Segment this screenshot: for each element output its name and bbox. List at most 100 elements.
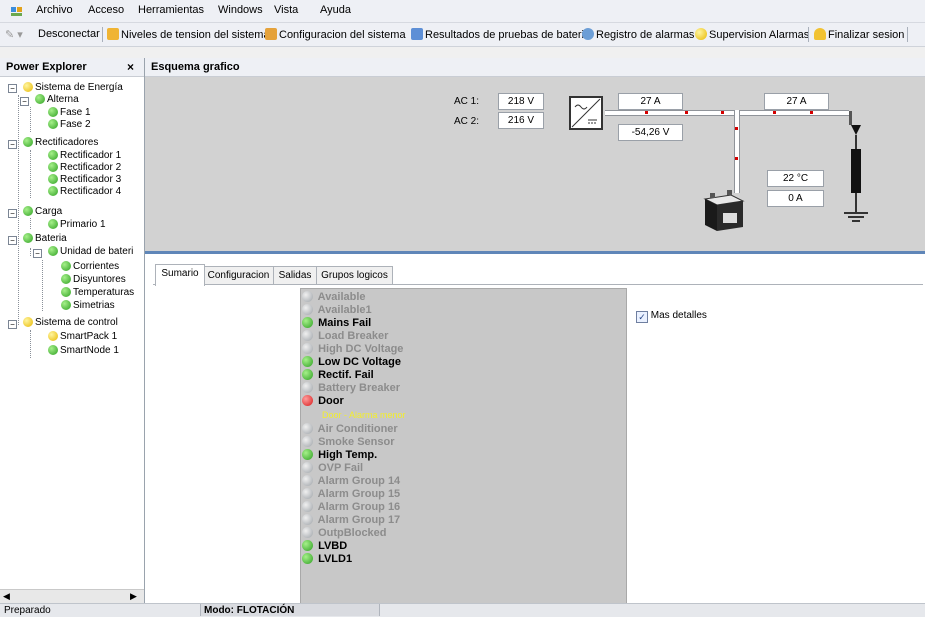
alarm-item[interactable]: Air Conditioner [302, 423, 398, 436]
alarm-item[interactable]: High Temp. [302, 449, 377, 462]
bus-marker [735, 157, 738, 160]
battery-current: 0 A [767, 190, 824, 207]
alarm-log-button[interactable]: Registro de alarmas [582, 28, 694, 41]
scroll-right-icon[interactable]: ▶ [130, 591, 137, 602]
tab-grupos-logicos[interactable]: Grupos logicos [316, 266, 393, 285]
tree-expander[interactable]: − [20, 97, 29, 106]
tree-expander[interactable]: − [33, 249, 42, 258]
status-bulb-icon [302, 317, 313, 328]
user-icon [814, 28, 826, 40]
tree-item-disyuntores[interactable]: Disyuntores [61, 274, 126, 286]
system-config-button[interactable]: Configuracion del sistema [265, 28, 406, 41]
tree-item-fase-1[interactable]: Fase 1 [48, 107, 91, 119]
status-bulb-icon [302, 527, 313, 538]
menu-archivo[interactable]: Archivo [36, 4, 73, 16]
alarm-item[interactable]: Available [302, 291, 366, 304]
alarm-item[interactable]: Smoke Sensor [302, 436, 394, 449]
tree-item-primario-1[interactable]: Primario 1 [48, 219, 106, 231]
tree-item-sistema-control[interactable]: Sistema de control [23, 317, 118, 329]
menu-ayuda[interactable]: Ayuda [320, 4, 351, 16]
bus-marker [810, 111, 813, 114]
battery-icon[interactable] [701, 187, 745, 233]
tree-item-sistema-energia[interactable]: Sistema de Energía [23, 82, 123, 94]
more-details-checkbox[interactable]: ✓ Mas detalles [636, 310, 707, 323]
tab-sumario[interactable]: Sumario [155, 264, 205, 286]
alarm-item[interactable]: Load Breaker [302, 330, 388, 343]
menu-acceso[interactable]: Acceso [88, 4, 124, 16]
tree-expander[interactable]: − [8, 209, 17, 218]
status-bulb-icon [302, 369, 313, 380]
alarm-item[interactable]: Rectif. Fail [302, 369, 374, 382]
tab-configuracion[interactable]: Configuracion [203, 266, 274, 285]
tree-item-smartnode-1[interactable]: SmartNode 1 [48, 345, 119, 357]
alarm-item[interactable]: Mains Fail [302, 317, 371, 330]
alarm-item[interactable]: LVBD [302, 540, 347, 553]
tree-item-rectificador-1[interactable]: Rectificador 1 [48, 150, 121, 162]
alarm-item[interactable]: High DC Voltage [302, 343, 403, 356]
alarm-item[interactable]: LVLD1 [302, 553, 352, 566]
tree-expander[interactable]: − [8, 140, 17, 149]
bus-marker [645, 111, 648, 114]
tree-item-smartpack-1[interactable]: SmartPack 1 [48, 331, 117, 343]
tree-item-rectificador-3[interactable]: Rectificador 3 [48, 174, 121, 186]
tree-item-bateria[interactable]: Bateria [23, 233, 67, 245]
tab-salidas[interactable]: Salidas [273, 266, 317, 285]
alarm-item[interactable]: Alarm Group 17 [302, 514, 400, 527]
alarm-item[interactable]: Low DC Voltage [302, 356, 401, 369]
status-bulb-icon [48, 219, 58, 229]
status-bulb-icon [302, 382, 313, 393]
tree-item-carga[interactable]: Carga [23, 206, 62, 218]
tree-item-corrientes[interactable]: Corrientes [61, 261, 119, 273]
tree-line [30, 248, 31, 256]
tree-item-unidad-bateria[interactable]: Unidad de bateri [48, 246, 133, 258]
ac2-label: AC 2: [454, 116, 480, 127]
alarm-item[interactable]: Battery Breaker [302, 382, 400, 395]
menu-herramientas[interactable]: Herramientas [138, 4, 204, 16]
horizontal-scrollbar[interactable]: ◀ ▶ [0, 589, 144, 604]
tree-item-rectificadores[interactable]: Rectificadores [23, 137, 98, 149]
disconnect-button[interactable]: Desconectar [38, 28, 100, 40]
voltage-levels-button[interactable]: Niveles de tension del sistema [107, 28, 270, 41]
alarm-supervision-button[interactable]: Supervision Alarmas [695, 28, 809, 41]
tree-item-alterna[interactable]: Alterna [35, 94, 79, 106]
alarm-item[interactable]: Alarm Group 15 [302, 488, 400, 501]
scroll-left-icon[interactable]: ◀ [3, 591, 10, 602]
alarm-item[interactable]: Available1 [302, 304, 372, 317]
alarm-item[interactable]: OutpBlocked [302, 527, 387, 540]
checkmark-icon[interactable]: ✓ [636, 311, 648, 323]
alarm-item[interactable]: Door [302, 395, 344, 408]
status-bulb-icon [302, 462, 313, 473]
tree-item-temperaturas[interactable]: Temperaturas [61, 287, 134, 299]
tree-item-rectificador-4[interactable]: Rectificador 4 [48, 186, 121, 198]
rectifier-icon[interactable] [569, 96, 603, 130]
tree-item-rectificador-2[interactable]: Rectificador 2 [48, 162, 121, 174]
tree-expander[interactable]: − [8, 320, 17, 329]
logout-button[interactable]: Finalizar sesion [814, 28, 904, 41]
rectifier-current: 27 A [618, 93, 683, 110]
alarm-item[interactable]: Alarm Group 16 [302, 501, 400, 514]
close-icon[interactable]: × [127, 60, 134, 74]
battery-tests-button[interactable]: Resultados de pruebas de bateria [411, 28, 590, 41]
menu-vista[interactable]: Vista [274, 4, 298, 16]
bus-marker [735, 127, 738, 130]
tree-expander[interactable]: − [8, 236, 17, 245]
menu-windows[interactable]: Windows [218, 4, 263, 16]
ac1-label: AC 1: [454, 96, 480, 107]
status-bulb-icon [61, 287, 71, 297]
load-current: 27 A [764, 93, 829, 110]
alarm-item[interactable]: OVP Fail [302, 462, 363, 475]
tree-expander[interactable]: − [8, 84, 17, 93]
status-bar: Preparado Modo: FLOTACIÓN [0, 603, 925, 617]
tree-item-simetrias[interactable]: Simetrias [61, 300, 115, 312]
tree-line [30, 218, 31, 229]
status-bulb-icon [302, 304, 313, 315]
status-bulb-icon [302, 343, 313, 354]
tree-item-fase-2[interactable]: Fase 2 [48, 119, 91, 131]
status-bulb-icon [302, 540, 313, 551]
status-bulb-icon [48, 162, 58, 172]
alarm-item[interactable]: Alarm Group 14 [302, 475, 400, 488]
power-explorer-header: Power Explorer × [0, 58, 144, 77]
status-bulb-icon [61, 261, 71, 271]
load-icon[interactable] [840, 117, 872, 229]
pencil-icon[interactable]: ✎ ▾ [5, 28, 23, 41]
